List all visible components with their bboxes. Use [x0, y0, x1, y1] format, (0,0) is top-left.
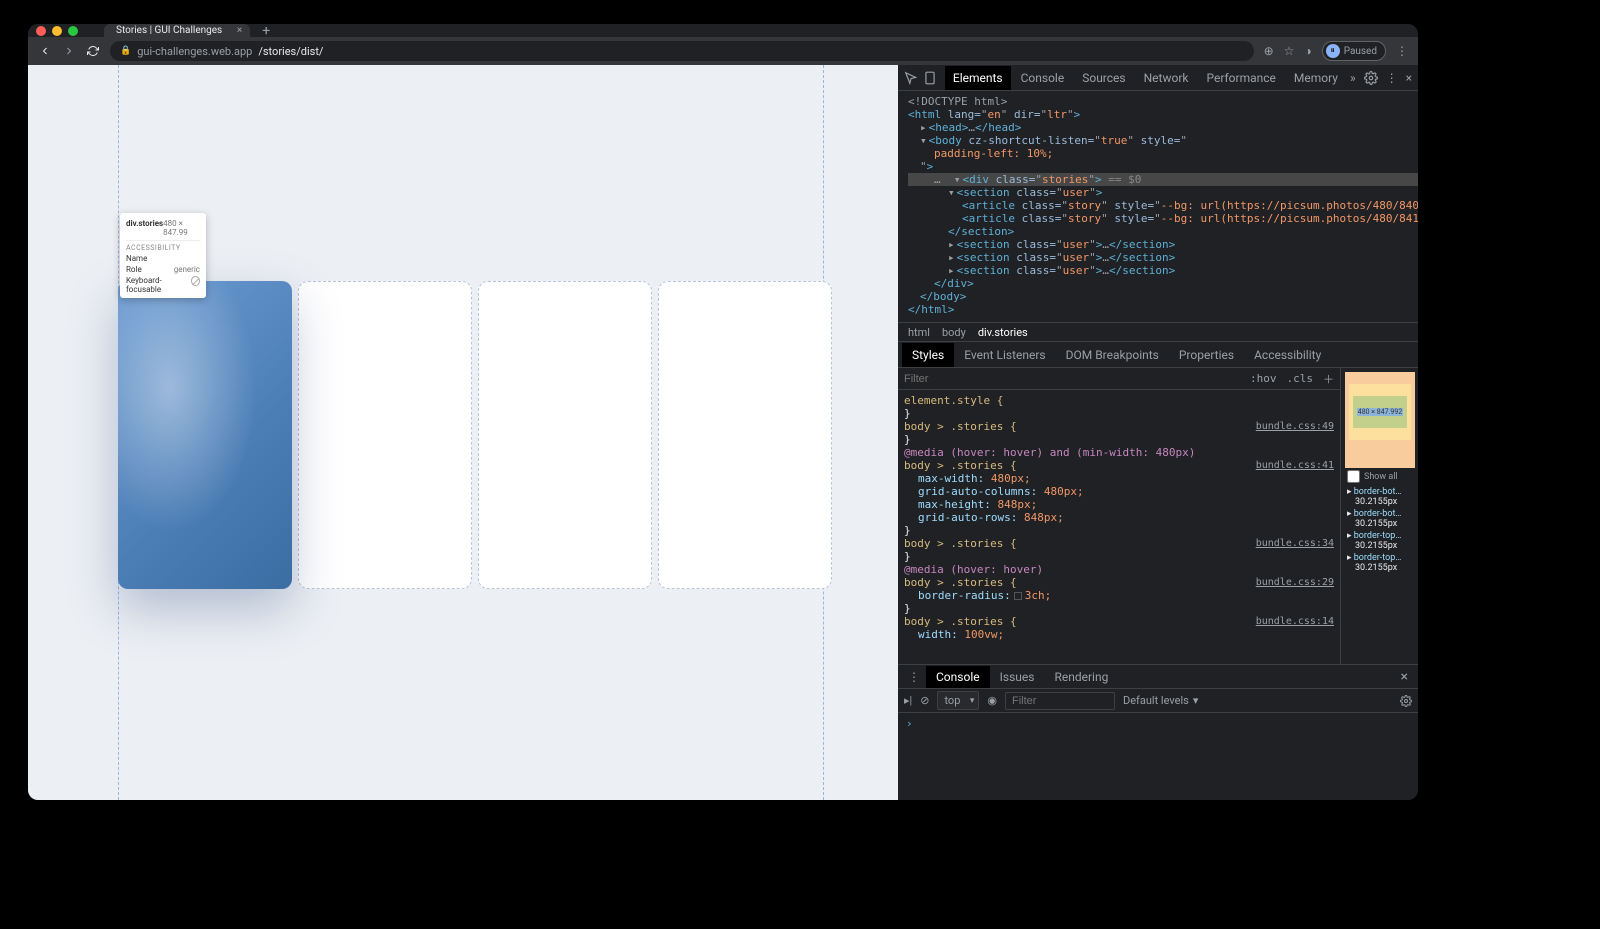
profile-chip[interactable]: ⏸ Paused	[1322, 41, 1386, 61]
styles-tab-a11y[interactable]: Accessibility	[1244, 343, 1331, 367]
extension-icon[interactable]: ◑	[1304, 44, 1311, 58]
console-settings-icon[interactable]	[1400, 695, 1412, 707]
close-devtools-icon[interactable]: ×	[1406, 71, 1412, 85]
console-prompt: ›	[906, 717, 913, 730]
new-tab-button[interactable]: +	[262, 24, 270, 39]
page-viewport[interactable]: div.stories480 × 847.99 ACCESSIBILITY Na…	[28, 65, 898, 800]
tooltip-name-label: Name	[126, 254, 147, 263]
computed-sidebar: – – - 480 × 847.992 Show all ▸ border-bo…	[1340, 368, 1418, 664]
traffic-zoom-icon[interactable]	[68, 26, 78, 36]
reload-button[interactable]	[86, 44, 100, 58]
devtools: Elements Console Sources Network Perform…	[898, 65, 1418, 800]
style-rules[interactable]: element.style { } bundle.css:49body > .s…	[898, 390, 1340, 645]
context-selector[interactable]: top	[937, 691, 979, 710]
traffic-minimize-icon[interactable]	[52, 26, 62, 36]
styles-tab-listeners[interactable]: Event Listeners	[954, 343, 1055, 367]
tooltip-selector: div.stories	[126, 219, 163, 237]
cls-toggle[interactable]: .cls	[1287, 372, 1314, 385]
src-link-49[interactable]: bundle.css:49	[1256, 420, 1334, 433]
tab-performance[interactable]: Performance	[1198, 66, 1283, 90]
lock-icon: 🔒	[120, 46, 131, 56]
address-bar[interactable]: 🔒 gui-challenges.web.app/stories/dist/	[110, 41, 1254, 61]
kebab-icon[interactable]: ⋮	[1386, 71, 1398, 85]
tab-sources[interactable]: Sources	[1074, 66, 1133, 90]
breadcrumb[interactable]: html body div.stories	[898, 322, 1418, 342]
url-host: gui-challenges.web.app	[137, 45, 252, 58]
bookmark-icon[interactable]: ☆	[1284, 44, 1295, 58]
drawer-tab-console[interactable]: Console	[926, 666, 990, 688]
tooltip-role-value: generic	[174, 265, 200, 274]
forward-button[interactable]	[62, 44, 76, 58]
selected-node[interactable]: … ▾<div class="stories"> == $0	[908, 173, 1418, 186]
clear-console-icon[interactable]: ⊘	[920, 694, 929, 707]
story-card-4[interactable]	[658, 281, 832, 589]
stories-grid	[118, 281, 832, 589]
menu-icon[interactable]: ⋮	[1396, 44, 1408, 58]
hov-toggle[interactable]: :hov	[1250, 372, 1277, 385]
console-filter-input[interactable]	[1005, 692, 1115, 710]
browser-tab[interactable]: Stories | GUI Challenges ×	[104, 24, 250, 37]
traffic-close-icon[interactable]	[36, 26, 46, 36]
focusable-no-icon	[191, 276, 200, 286]
tab-strip: Stories | GUI Challenges × +	[28, 24, 1418, 37]
box-model[interactable]: – – - 480 × 847.992	[1345, 372, 1415, 468]
back-button[interactable]	[38, 44, 52, 58]
elements-tree[interactable]: <!DOCTYPE html> <html lang="en" dir="ltr…	[898, 91, 1418, 322]
tab-network[interactable]: Network	[1136, 66, 1197, 90]
new-rule-icon[interactable]: ＋	[1323, 371, 1334, 387]
story-card-3[interactable]	[478, 281, 652, 589]
device-icon[interactable]	[922, 68, 936, 88]
console-sidebar-icon[interactable]: ▸|	[904, 694, 912, 707]
dom-doctype: <!DOCTYPE html>	[908, 95, 1418, 108]
browser-window: Stories | GUI Challenges × + 🔒 gui-chall…	[28, 24, 1418, 800]
src-link-14[interactable]: bundle.css:14	[1256, 615, 1334, 628]
body-style: padding-left: 10%;	[934, 147, 1053, 160]
styles-tab-props[interactable]: Properties	[1169, 343, 1244, 367]
log-levels[interactable]: Default levels ▾	[1123, 694, 1198, 707]
close-tab-icon[interactable]: ×	[237, 25, 242, 36]
box-content: 480 × 847.992	[1357, 408, 1403, 416]
styles-filter-bar: :hov .cls ＋	[898, 368, 1340, 390]
avatar-icon: ⏸	[1326, 44, 1340, 58]
styles-filter-input[interactable]	[904, 373, 1240, 385]
tab-console[interactable]: Console	[1013, 66, 1073, 90]
crumb-html[interactable]: html	[908, 326, 930, 339]
show-all-checkbox[interactable]: Show all	[1347, 470, 1412, 483]
styles-tab-styles[interactable]: Styles	[902, 343, 954, 367]
tab-memory[interactable]: Memory	[1286, 66, 1346, 90]
tooltip-role-label: Role	[126, 265, 142, 274]
tab-title: Stories | GUI Challenges	[116, 25, 222, 36]
styles-tabs: Styles Event Listeners DOM Breakpoints P…	[898, 342, 1418, 368]
tab-elements[interactable]: Elements	[945, 66, 1011, 90]
drawer-menu-icon[interactable]: ⋮	[902, 670, 926, 684]
close-drawer-icon[interactable]: ×	[1395, 669, 1414, 685]
settings-icon[interactable]	[1364, 71, 1378, 85]
paused-label: Paused	[1344, 46, 1377, 57]
src-link-34[interactable]: bundle.css:34	[1256, 537, 1334, 550]
crumb-body[interactable]: body	[942, 326, 966, 339]
story-card-1[interactable]	[118, 281, 292, 589]
element-tooltip: div.stories480 × 847.99 ACCESSIBILITY Na…	[120, 213, 206, 298]
console-body[interactable]: ›	[898, 713, 1418, 800]
devtools-toolbar: Elements Console Sources Network Perform…	[898, 65, 1418, 91]
tooltip-section: ACCESSIBILITY	[126, 240, 200, 252]
live-expression-icon[interactable]: ◉	[987, 694, 997, 707]
tooltip-focusable-label: Keyboard-focusable	[126, 276, 191, 294]
more-tabs-icon[interactable]: »	[1350, 71, 1356, 85]
src-link-41[interactable]: bundle.css:41	[1256, 459, 1334, 472]
browser-toolbar: 🔒 gui-challenges.web.app/stories/dist/ ⊕…	[28, 37, 1418, 65]
url-path: /stories/dist/	[258, 45, 323, 58]
crumb-stories[interactable]: div.stories	[978, 326, 1028, 339]
drawer-tab-rendering[interactable]: Rendering	[1044, 666, 1118, 688]
src-link-29[interactable]: bundle.css:29	[1256, 576, 1334, 589]
console-drawer: ⋮ Console Issues Rendering × ▸| ⊘ top ◉ …	[898, 664, 1418, 800]
search-icon[interactable]: ⊕	[1264, 44, 1274, 58]
story-card-2[interactable]	[298, 281, 472, 589]
drawer-tab-issues[interactable]: Issues	[990, 666, 1045, 688]
styles-tab-dom-bp[interactable]: DOM Breakpoints	[1056, 343, 1169, 367]
tooltip-dims: 480 × 847.99	[163, 219, 200, 237]
inspect-icon[interactable]	[904, 68, 918, 88]
